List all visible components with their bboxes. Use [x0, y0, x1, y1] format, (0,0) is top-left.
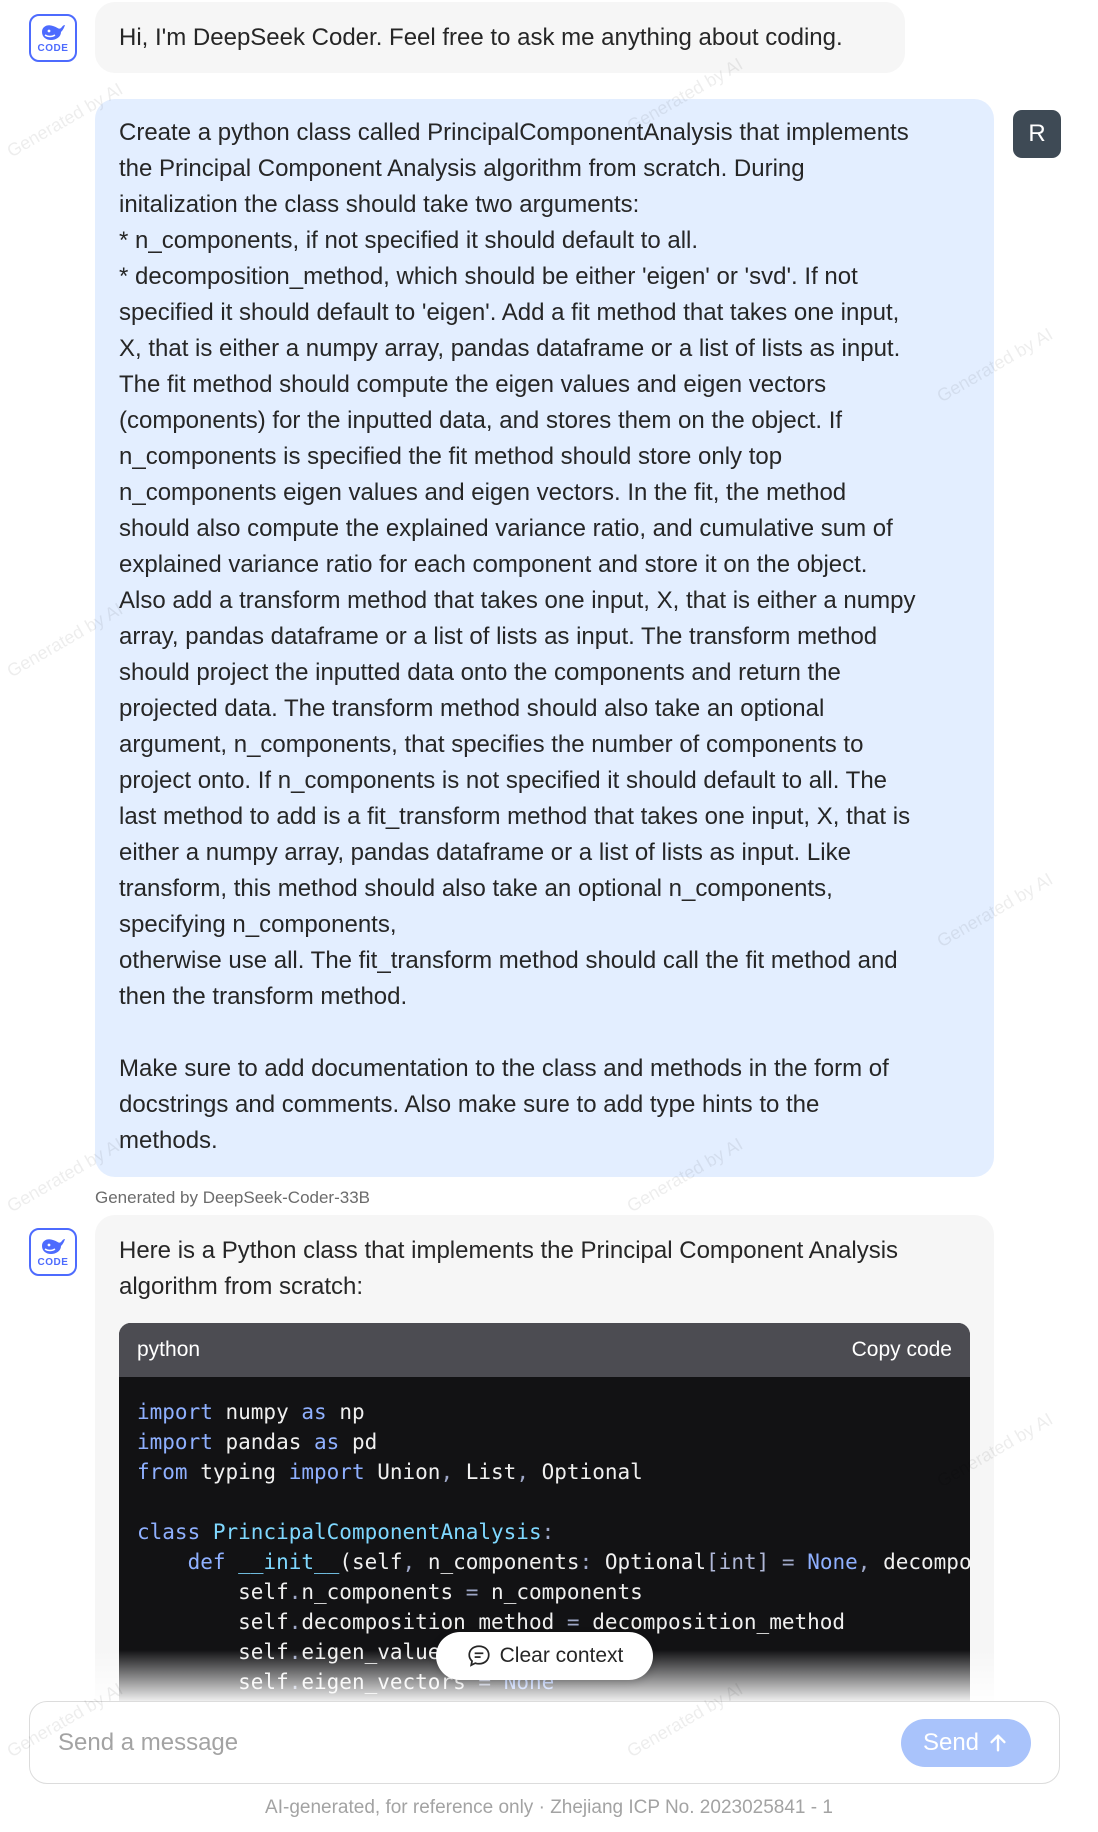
user-message-line: initalization the class should take two … [119, 191, 640, 218]
user-message-line: should project the inputted data onto th… [119, 659, 841, 686]
code-language: python [137, 1338, 201, 1361]
message-input[interactable] [58, 1728, 901, 1757]
user-message-line: either a numpy array, pandas dataframe o… [119, 839, 851, 866]
avatar-code-tag: CODE [37, 43, 69, 54]
user-message-line: n_components is specified the fit method… [119, 443, 783, 470]
user-message-line: should also compute the explained varian… [119, 515, 893, 542]
deepseek-whale-icon [42, 25, 65, 40]
user-message-line: explained variance ratio for each compon… [119, 551, 868, 578]
assistant-intro: Here is a Python class that implements t… [119, 1233, 970, 1305]
clear-context-label: Clear context [499, 1644, 624, 1667]
greeting-text: Hi, I'm DeepSeek Coder. Feel free to ask… [119, 23, 843, 51]
user-message-line: last method to add is a fit_transform me… [119, 803, 911, 830]
deepseek-whale-icon [42, 1239, 65, 1254]
user-message-line: X, that is either a numpy array, pandas … [119, 335, 901, 362]
code-header: python Copy code [119, 1323, 970, 1377]
user-message-line: Make sure to add documentation to the cl… [119, 1055, 889, 1082]
user-message-line: (components) for the inputted data, and … [119, 407, 843, 434]
chat-bubble-icon [468, 1645, 490, 1667]
deepseek-coder-avatar-reply: CODE [29, 1228, 77, 1276]
assistant-intro-line: algorithm from scratch: [119, 1273, 364, 1300]
user-message-line: array, pandas dataframe or a list of lis… [119, 623, 878, 650]
user-message-line: the Principal Component Analysis algorit… [119, 155, 805, 182]
user-message-line: docstrings and comments. Also make sure … [119, 1091, 820, 1118]
user-message-line: Also add a transform method that takes o… [119, 587, 916, 614]
user-avatar: R [1013, 110, 1061, 158]
model-label: Generated by DeepSeek-Coder-33B [95, 1188, 370, 1207]
user-message-line: * decomposition_method, which should be … [119, 263, 858, 290]
user-message-line: projected data. The transform method sho… [119, 695, 825, 722]
user-message-line: specifying n_components, [119, 911, 397, 938]
greeting-message: Hi, I'm DeepSeek Coder. Feel free to ask… [95, 2, 905, 73]
send-label: Send [922, 1728, 980, 1756]
user-message-line: then the transform method. [119, 983, 408, 1010]
deepseek-coder-avatar: CODE [29, 14, 77, 62]
avatar-code-tag: CODE [37, 1257, 69, 1268]
user-message-line: specified it should default to 'eigen'. … [119, 299, 900, 326]
user-message-line: argument, n_components, that specifies t… [119, 731, 864, 758]
user-message: Create a python class called PrincipalCo… [95, 99, 994, 1177]
user-message-line: methods. [119, 1127, 218, 1154]
user-message-line: * n_components, if not specified it shou… [119, 227, 699, 254]
user-message-line: Create a python class called PrincipalCo… [119, 119, 909, 146]
user-message-line [119, 1015, 970, 1051]
user-message-line: The fit method should compute the eigen … [119, 371, 827, 398]
copy-code-button[interactable]: Copy code [852, 1338, 952, 1362]
arrow-up-icon [990, 1733, 1006, 1752]
send-button[interactable]: Send [901, 1718, 1031, 1767]
clear-context-button[interactable]: Clear context [436, 1632, 653, 1680]
user-message-line: transform, this method should also take … [119, 875, 833, 902]
message-composer: Send [29, 1701, 1060, 1784]
user-message-line: otherwise use all. The fit_transform met… [119, 947, 898, 974]
user-message-line: n_components eigen values and eigen vect… [119, 479, 847, 506]
assistant-intro-line: Here is a Python class that implements t… [119, 1237, 899, 1264]
footer-notice: AI-generated, for reference only · Zheji… [265, 1797, 833, 1818]
user-message-line: project onto. If n_components is not spe… [119, 767, 888, 794]
